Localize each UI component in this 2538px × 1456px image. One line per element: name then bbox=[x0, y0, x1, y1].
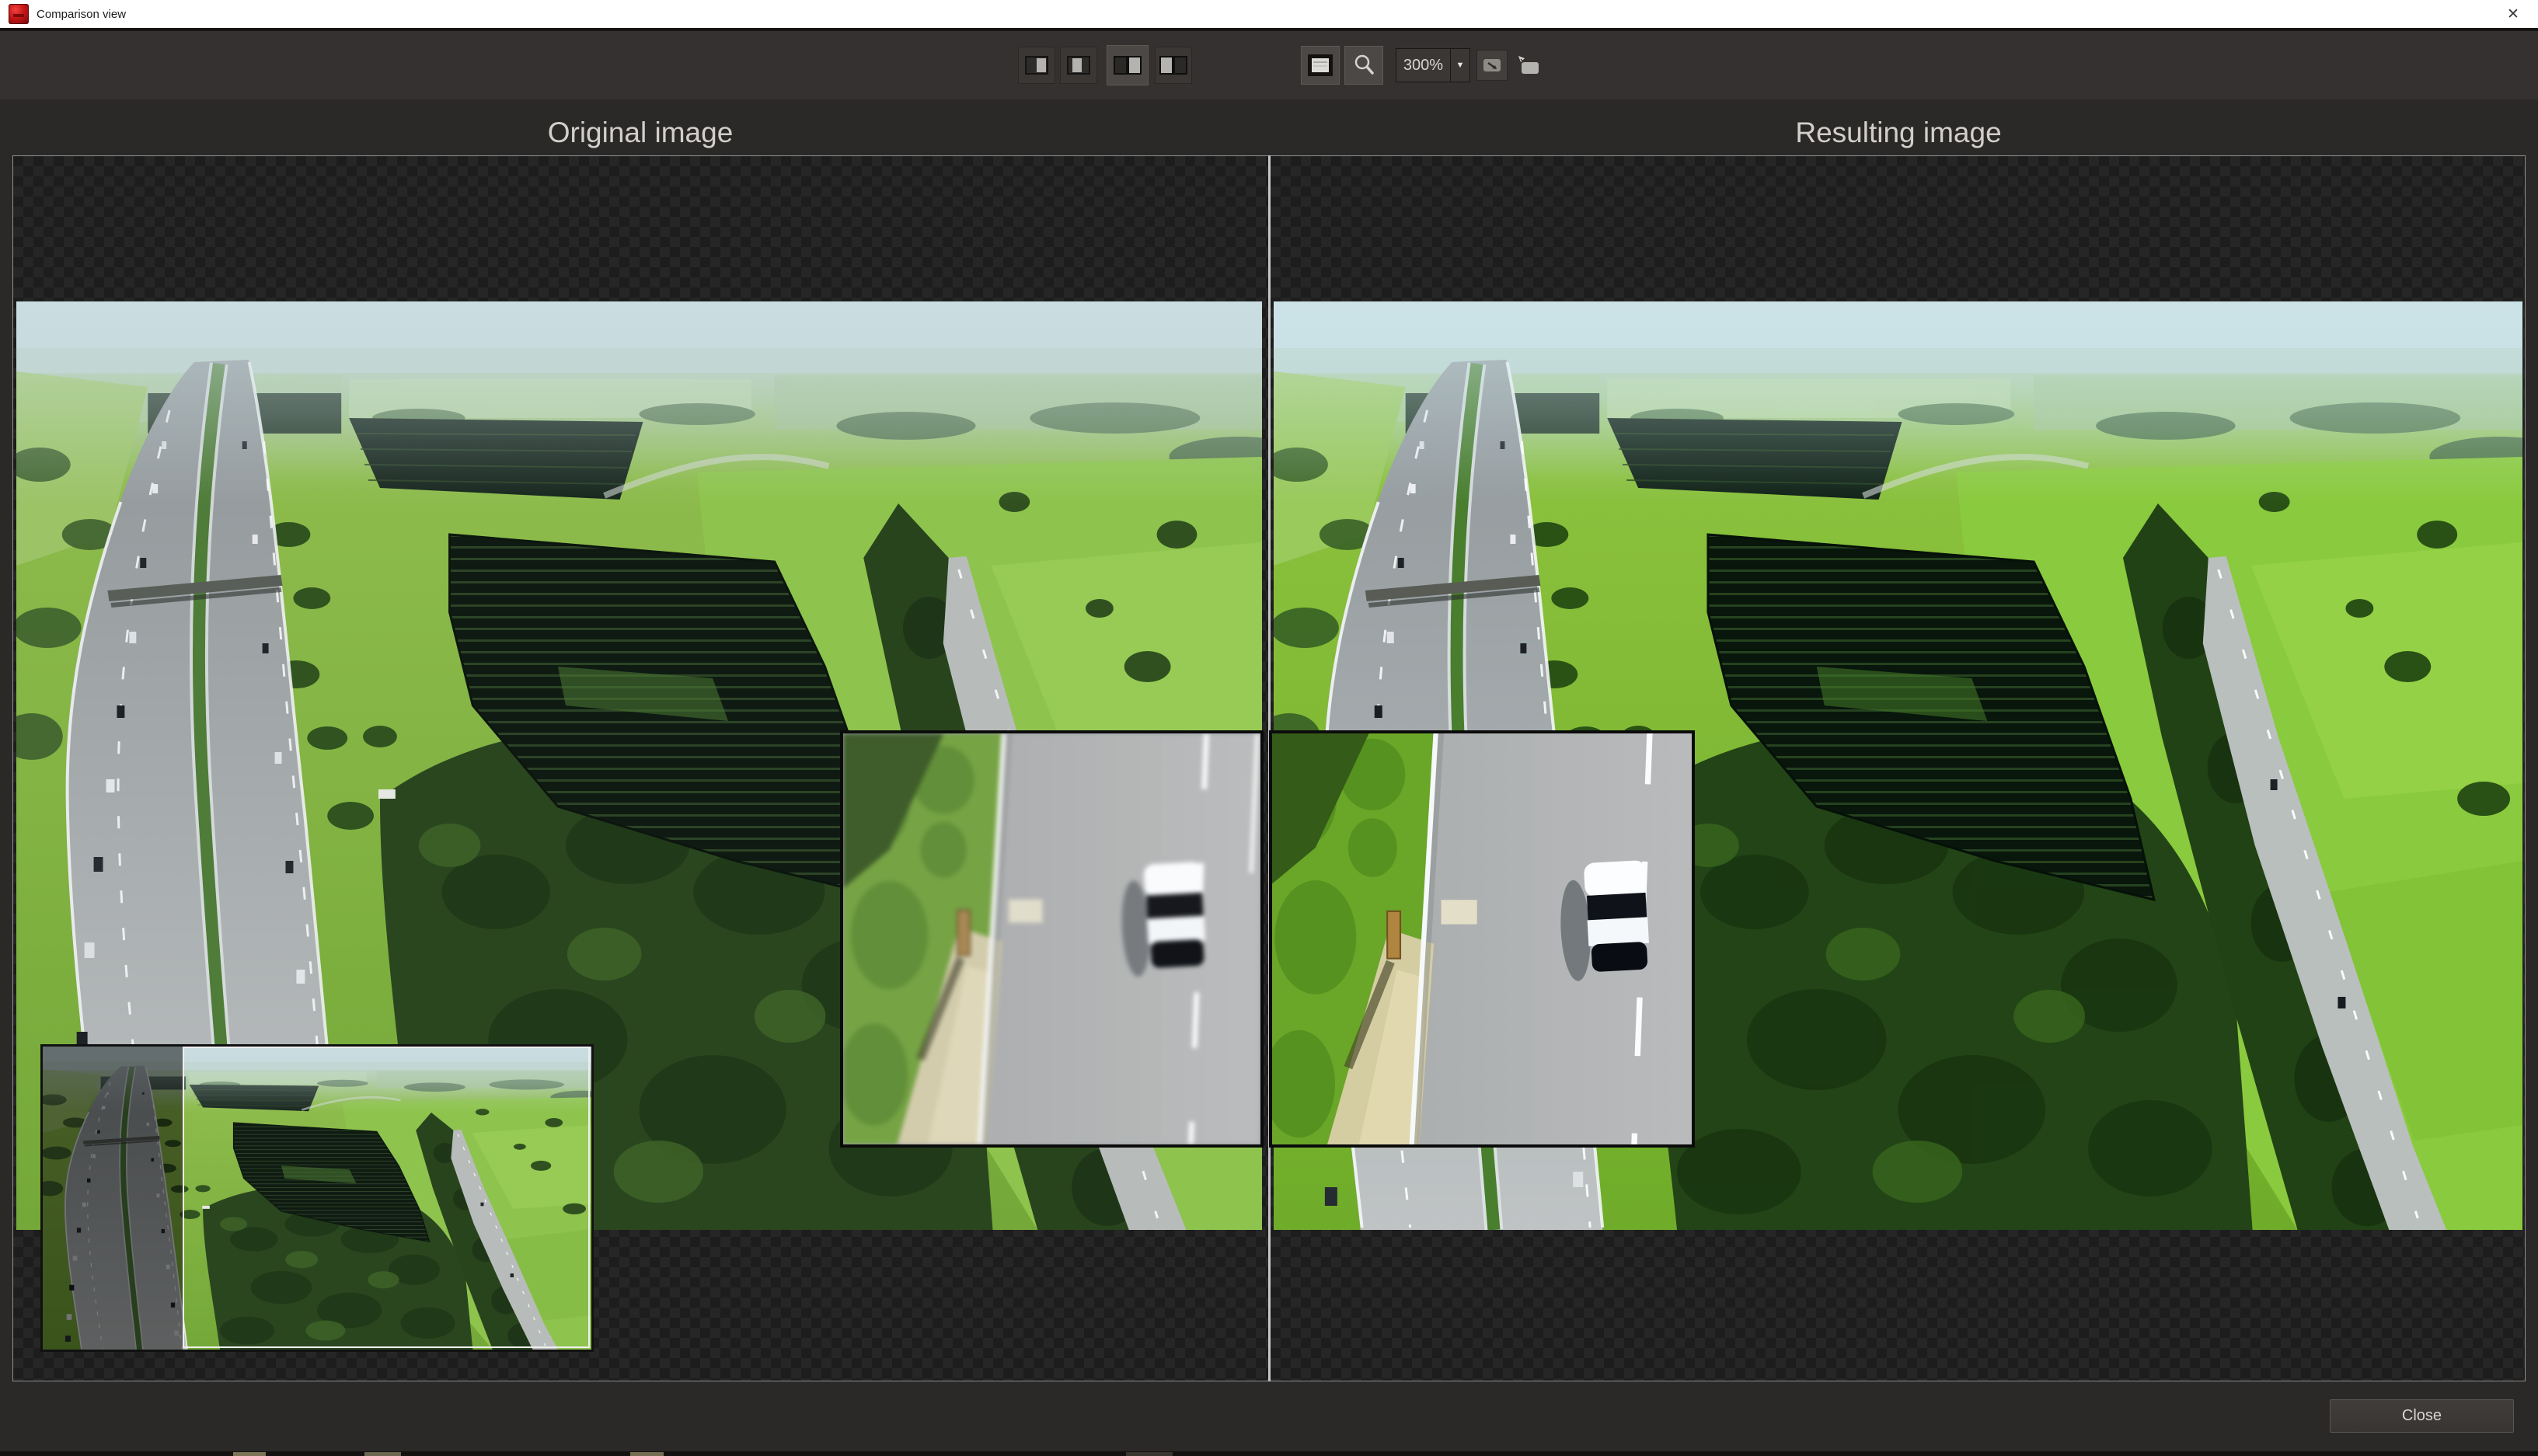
navigator-viewport[interactable] bbox=[183, 1047, 590, 1348]
magnifier-frame-toggle-icon bbox=[1308, 54, 1333, 76]
resulting-magnified-crop bbox=[1269, 730, 1695, 1148]
view-mode-split-right-button[interactable] bbox=[1018, 47, 1055, 84]
toolbar: 300% ▼ bbox=[1018, 45, 1543, 85]
original-magnifier-inset[interactable] bbox=[840, 730, 1264, 1148]
zoom-tool-button[interactable] bbox=[1344, 46, 1383, 85]
chevron-down-icon[interactable]: ▼ bbox=[1450, 49, 1469, 82]
view-mode-side-by-side-button[interactable] bbox=[1107, 45, 1149, 85]
close-window-icon[interactable]: ✕ bbox=[2499, 0, 2527, 28]
background-window-fragment bbox=[364, 1452, 401, 1456]
close-button[interactable]: Close bbox=[2330, 1399, 2514, 1433]
split-view-right-filled-icon bbox=[1025, 56, 1048, 75]
window-title: Comparison view bbox=[37, 8, 126, 21]
fit-to-screen-icon bbox=[1482, 56, 1502, 75]
view-mode-split-left-button[interactable] bbox=[1060, 47, 1097, 84]
zoom-level-value[interactable]: 300% bbox=[1396, 57, 1450, 75]
select-region-button[interactable] bbox=[1514, 51, 1543, 80]
resulting-magnifier-inset[interactable] bbox=[1269, 730, 1695, 1148]
original-panel-title: Original image bbox=[329, 117, 951, 149]
split-view-left-filled-icon bbox=[1067, 56, 1090, 75]
side-by-side-swapped-view-icon bbox=[1159, 55, 1188, 75]
select-region-icon bbox=[1517, 55, 1540, 75]
view-mode-side-by-side-swapped-button[interactable] bbox=[1155, 47, 1192, 84]
background-window-fragment bbox=[1126, 1452, 1173, 1456]
background-window-fragment bbox=[233, 1452, 266, 1456]
magnifier-icon bbox=[1352, 54, 1375, 77]
magnifier-frame-toggle-button[interactable] bbox=[1301, 46, 1340, 85]
navigator-dimmed-area bbox=[43, 1047, 183, 1350]
titlebar-shadow bbox=[0, 28, 2538, 31]
resulting-panel-title: Resulting image bbox=[1588, 117, 2209, 149]
zoom-level-combobox[interactable]: 300% ▼ bbox=[1396, 48, 1470, 82]
side-by-side-view-icon bbox=[1113, 55, 1142, 75]
titlebar: Comparison view ✕ bbox=[0, 0, 2538, 28]
original-magnified-crop bbox=[843, 733, 1260, 1144]
app-icon bbox=[9, 4, 29, 24]
background-window-fragment bbox=[630, 1452, 664, 1456]
navigator-thumbnail[interactable] bbox=[40, 1044, 594, 1352]
fit-to-screen-button[interactable] bbox=[1476, 50, 1508, 81]
